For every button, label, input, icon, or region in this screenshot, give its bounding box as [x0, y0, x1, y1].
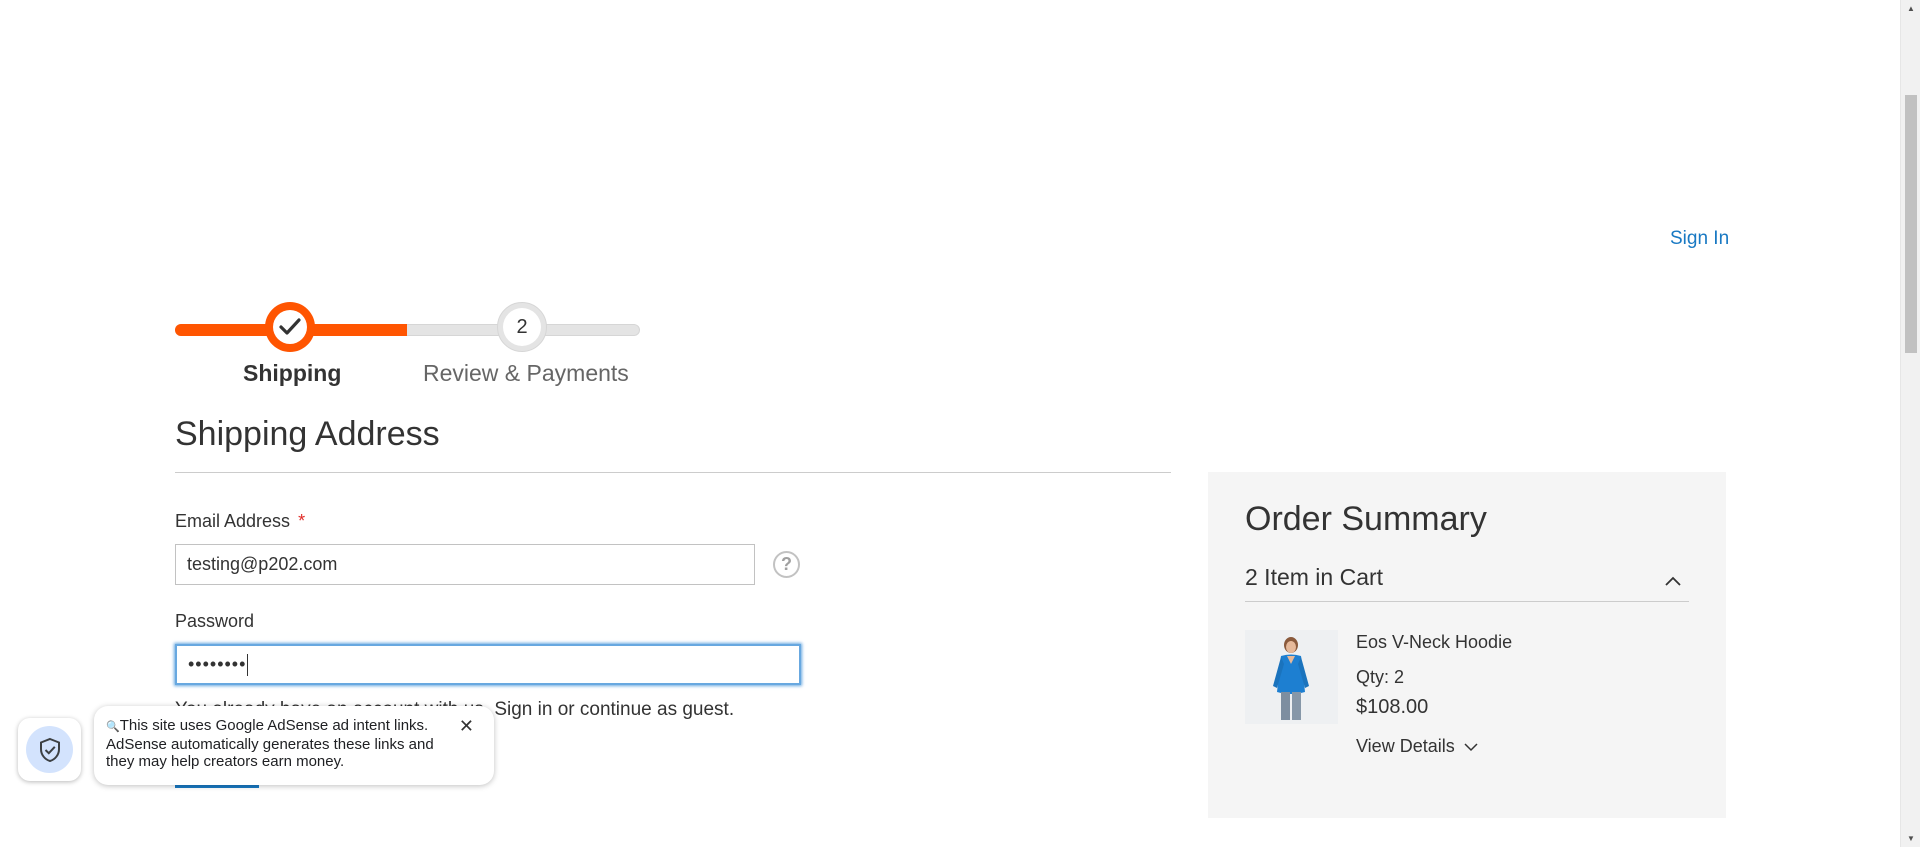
step-number: 2 — [503, 308, 541, 346]
step-shipping-indicator — [265, 302, 315, 352]
email-label: Email Address * — [175, 511, 305, 532]
checkout-page: Sign In 2 Shipping Review & Payments Shi… — [0, 0, 1900, 847]
password-field[interactable]: •••••••• — [175, 644, 801, 685]
close-icon[interactable]: ✕ — [459, 717, 474, 735]
scroll-down-icon[interactable]: ▼ — [1901, 830, 1920, 847]
checkmark-icon — [279, 318, 301, 335]
product-image[interactable] — [1245, 630, 1338, 724]
scrollbar-thumb[interactable] — [1905, 95, 1917, 353]
order-summary-title: Order Summary — [1245, 500, 1487, 538]
cart-items-toggle[interactable]: 2 Item in Cart — [1245, 564, 1689, 602]
chevron-down-icon — [1464, 743, 1478, 752]
step-review-indicator: 2 — [497, 302, 547, 352]
product-qty: Qty: 2 — [1356, 667, 1405, 687]
checkout-progress-bar: 2 Shipping Review & Payments — [175, 300, 640, 390]
question-circle-icon[interactable]: ? — [773, 551, 800, 578]
shipping-address-title: Shipping Address — [175, 415, 440, 453]
section-divider — [175, 472, 1171, 473]
product-name: Eos V-Neck Hoodie — [1356, 632, 1513, 652]
magnifier-icon: 🔍 — [106, 721, 120, 733]
step-shipping-label[interactable]: Shipping — [243, 360, 341, 387]
view-details-toggle[interactable]: View Details — [1356, 736, 1478, 757]
view-details-label: View Details — [1356, 736, 1455, 756]
cart-count-label: 2 Item in Cart — [1245, 564, 1384, 590]
sign-in-link[interactable]: Sign In — [1670, 228, 1729, 250]
email-value: testing@p202.com — [187, 554, 338, 574]
scroll-up-icon[interactable]: ▲ — [1901, 0, 1920, 17]
page-scrollbar[interactable]: ▲ ▼ — [1900, 0, 1920, 847]
text-caret — [247, 653, 249, 676]
chevron-up-icon — [1665, 570, 1681, 591]
adsense-notice: 🔍This site uses Google AdSense ad intent… — [94, 706, 494, 785]
email-label-text: Email Address — [175, 511, 291, 531]
step-review-label: Review & Payments — [423, 360, 629, 386]
adsense-notice-text: This site uses Google AdSense ad intent … — [106, 717, 434, 770]
password-label: Password — [175, 611, 255, 631]
adsense-shield-button[interactable] — [18, 718, 81, 781]
shield-check-icon — [39, 737, 60, 762]
password-value: •••••••• — [188, 654, 247, 674]
order-summary: Order Summary 2 Item in Cart Eos V-Neck … — [1208, 472, 1726, 818]
required-mark: * — [298, 511, 306, 531]
email-field[interactable]: testing@p202.com — [175, 544, 755, 585]
product-price: $108.00 — [1356, 696, 1429, 718]
